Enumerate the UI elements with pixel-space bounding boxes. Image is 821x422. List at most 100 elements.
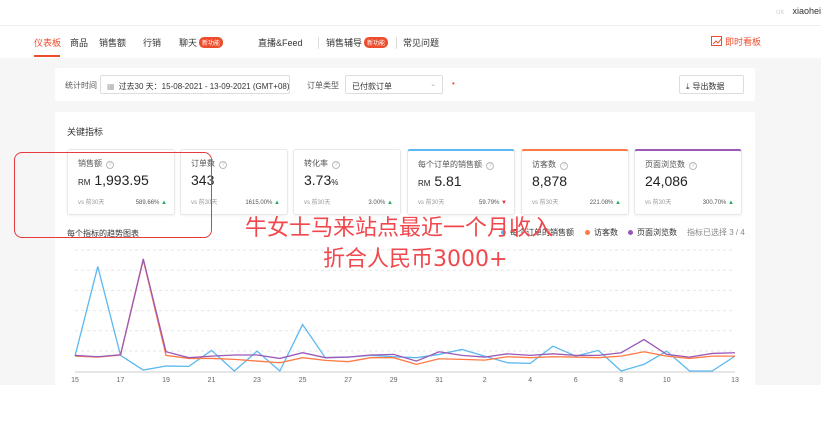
section-title: 关键指标 [67, 127, 104, 137]
comparison-label: vs 前30天 [645, 200, 672, 206]
series-line-1 [74, 259, 735, 366]
date-range-picker[interactable]: ▦ 过去30 天：15-08-2021 - 13-09-2021 (GMT+08) [100, 75, 290, 94]
arrow-up-icon: ▲ [728, 200, 734, 206]
x-tick-label: 6 [574, 377, 578, 384]
metric-change: 59.79% ▼ [479, 200, 507, 206]
divider [318, 37, 319, 49]
metric-card[interactable]: 每个订单的销售额? RM 5.81 vs 前30天 59.79% ▼ [407, 149, 515, 215]
date-range-value: 过去30 天：15-08-2021 - 13-09-2021 (GMT+08) [118, 82, 290, 91]
x-tick-label: 31 [435, 377, 443, 384]
user-icon: UK [776, 10, 785, 16]
required-dot: • [452, 79, 455, 88]
metric-number: 3.73 [304, 172, 332, 188]
tab-sales-coaching-label: 销售辅导 [326, 38, 363, 48]
metric-value: 8,878 [532, 173, 567, 189]
new-badge: 新功能 [364, 37, 389, 48]
change-value: 300.70% [702, 200, 727, 206]
metric-change: 1615.00% ▲ [245, 200, 280, 206]
metric-value: RM 5.81 [418, 173, 462, 189]
tab-live-feed[interactable]: 直播&Feed [258, 36, 303, 49]
active-tab-underline [34, 55, 60, 57]
x-tick-label: 25 [299, 377, 307, 384]
series-line-2 [74, 258, 736, 362]
comparison-label: vs 前30天 [304, 200, 331, 206]
order-type-select[interactable]: 已付款订单 ⌄ [345, 75, 443, 94]
metric-label-text: 转化率 [304, 159, 328, 168]
metric-value: 3.73% [304, 172, 338, 188]
change-value: 221.08% [589, 200, 614, 206]
metric-change: 300.70% ▲ [703, 200, 734, 206]
username: xiaohei [792, 6, 821, 16]
currency: RM [418, 179, 431, 188]
arrow-up-icon: ▲ [387, 200, 393, 206]
calendar-icon: ▦ [107, 82, 115, 91]
help-icon[interactable]: ? [486, 162, 494, 170]
top-bar: UK xiaohei [0, 0, 821, 26]
export-button[interactable]: ⤓ 导出数据 [679, 75, 744, 94]
comparison-label: vs 前30天 [418, 200, 445, 206]
tab-marketing[interactable]: 行销 [143, 36, 161, 49]
x-tick-label: 2 [483, 377, 487, 384]
x-tick-label: 13 [731, 377, 739, 384]
metric-number: 8,878 [532, 173, 568, 189]
live-dashboard-link[interactable]: 即时看板 [710, 35, 761, 48]
legend-label: 访客数 [594, 228, 618, 237]
metrics-selected-note[interactable]: 指标已选择 3 / 4 [687, 227, 745, 238]
help-icon[interactable]: ? [332, 161, 340, 169]
metric-label: 页面浏览数? [645, 159, 697, 170]
legend-dot [585, 230, 590, 235]
tab-chat-label: 聊天 [179, 38, 198, 48]
legend-label: 页面浏览数 [637, 228, 677, 237]
export-label: 导出数据 [692, 82, 725, 91]
change-value: 3.00% [368, 200, 386, 206]
download-icon: ⤓ [686, 82, 690, 91]
order-type-label: 订单类型 [307, 81, 339, 90]
user-menu[interactable]: UK xiaohei [776, 6, 821, 16]
x-tick-label: 19 [162, 377, 170, 384]
help-icon[interactable]: ? [689, 162, 697, 170]
comparison-label: vs 前30天 [532, 200, 559, 206]
arrow-down-icon: ▼ [501, 200, 507, 206]
metric-card[interactable]: 页面浏览数? 24,086 vs 前30天 300.70% ▲ [634, 149, 742, 215]
tab-dashboard[interactable]: 仪表板 [34, 36, 61, 49]
x-tick-label: 29 [390, 377, 398, 384]
help-icon[interactable]: ? [560, 162, 568, 170]
new-badge: 新功能 [199, 37, 224, 48]
metric-card[interactable]: 转化率? 3.73% vs 前30天 3.00% ▲ [293, 149, 401, 215]
help-icon[interactable]: ? [219, 161, 227, 169]
change-value: 1615.00% [245, 200, 273, 206]
annotation-line-2: 折合人民币3000+ [323, 247, 508, 272]
metric-change: 221.08% ▲ [590, 200, 621, 206]
legend-item[interactable]: 访客数 [585, 227, 618, 238]
arrow-up-icon: ▲ [274, 200, 280, 206]
annotation-line-1: 牛女士马来站点最近一个月收入 [245, 216, 554, 241]
filter-bar: 统计时间 ▦ 过去30 天：15-08-2021 - 13-09-2021 (GM… [55, 68, 755, 101]
series-line-0 [74, 266, 736, 373]
tab-sales-coaching[interactable]: 销售辅导 新功能 [326, 36, 389, 49]
tab-products[interactable]: 商品 [70, 36, 88, 49]
metric-number: 24,086 [645, 173, 688, 189]
tab-sales[interactable]: 销售额 [99, 36, 126, 49]
tab-chat[interactable]: 聊天 新功能 [179, 36, 224, 49]
metric-label-text: 每个订单的销售额 [418, 160, 482, 169]
metric-label: 每个订单的销售额? [418, 159, 494, 170]
highlight-annotation-box [14, 152, 212, 238]
x-tick-label: 17 [117, 377, 125, 384]
change-value: 59.79% [479, 200, 500, 206]
x-tick-label: 4 [528, 377, 532, 384]
metric-number: 5.81 [434, 173, 462, 189]
x-tick-label: 21 [208, 377, 216, 384]
metric-change: 3.00% ▲ [368, 200, 393, 206]
x-tick-label: 15 [71, 377, 79, 384]
metric-label-text: 访客数 [532, 160, 556, 169]
time-label: 统计时间 [65, 81, 97, 90]
metric-card[interactable]: 访客数? 8,878 vs 前30天 221.08% ▲ [521, 149, 629, 215]
metric-label: 转化率? [304, 158, 340, 169]
trend-chart-icon [710, 36, 723, 46]
legend-item[interactable]: 页面浏览数 [628, 227, 677, 238]
x-tick-label: 23 [253, 377, 261, 384]
tab-faq[interactable]: 常见问题 [403, 36, 439, 49]
legend-dot [628, 230, 633, 235]
order-type-value: 已付款订单 [352, 82, 392, 91]
metric-label: 访客数? [532, 159, 568, 170]
